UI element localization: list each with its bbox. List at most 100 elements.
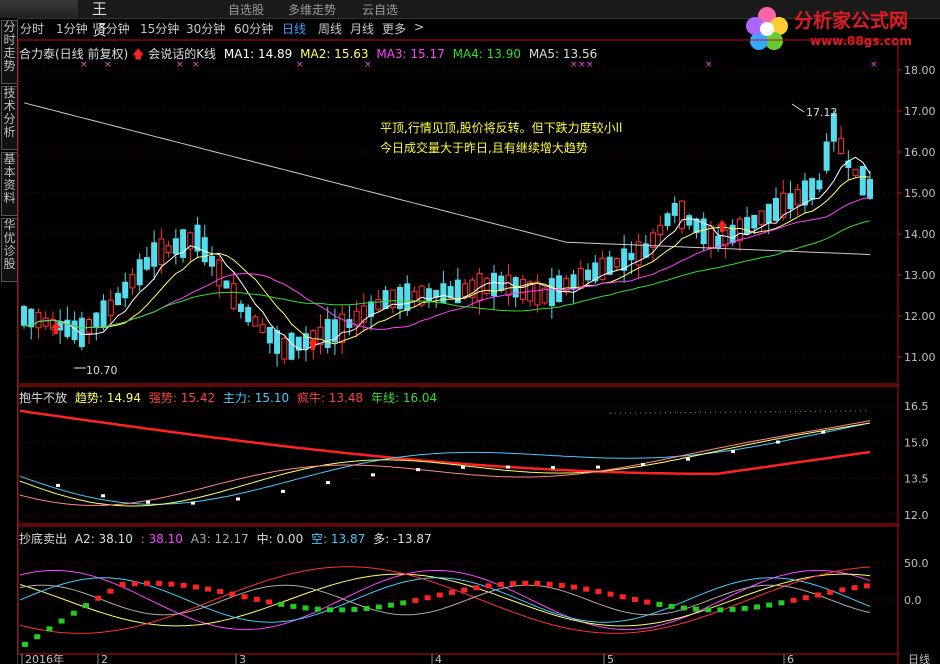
osc-block <box>400 600 407 606</box>
ma1-line <box>23 156 871 351</box>
price-axis-label: 13.00 <box>904 269 936 282</box>
candle-up <box>577 267 584 289</box>
kline-chart[interactable]: × × × × × × × × × × × 18.0017.0016.0015.0014.0013.… <box>0 0 940 664</box>
osc-block <box>583 586 590 592</box>
candle-up <box>165 245 172 253</box>
candle-up <box>483 277 490 295</box>
osc-block <box>95 595 102 601</box>
osc-block <box>778 600 785 606</box>
osc-block <box>34 634 41 640</box>
osc-block <box>863 583 870 589</box>
candle-down <box>136 259 143 286</box>
trend-marker <box>146 500 150 504</box>
osc-block <box>205 586 211 592</box>
candle-down <box>115 292 121 306</box>
signal-marker: × <box>570 60 578 70</box>
osc-block <box>302 605 309 611</box>
candle-down <box>859 165 866 196</box>
signal-marker: × <box>192 60 200 70</box>
candle-down <box>100 300 107 328</box>
candle-down <box>324 318 331 348</box>
candle-down <box>382 290 389 310</box>
osc-red <box>19 566 871 634</box>
candle-down <box>122 281 129 299</box>
candle-up <box>216 259 223 287</box>
candle-up <box>281 338 288 360</box>
osc-block <box>668 603 675 609</box>
osc-block <box>180 582 187 588</box>
ma2-line <box>23 175 871 345</box>
trend-marker <box>326 481 330 485</box>
osc-block <box>754 604 760 610</box>
date-label: 2 <box>101 653 108 664</box>
osc-block <box>131 581 138 587</box>
trend-marker <box>506 465 510 469</box>
signal-marker: × <box>578 60 586 70</box>
trend-marker <box>461 465 465 469</box>
osc-block <box>571 584 577 590</box>
candle-up <box>107 299 114 316</box>
candle-up <box>736 218 743 242</box>
osc-block <box>839 587 846 593</box>
osc-block <box>705 607 712 613</box>
price-axis-label: 14.00 <box>904 228 936 241</box>
candle-up <box>852 168 859 177</box>
candle-down <box>28 308 35 328</box>
candle-up <box>838 137 845 154</box>
osc-block <box>827 589 834 595</box>
panel2-axis-label: 12.0 <box>904 509 929 522</box>
signal-marker: × <box>870 60 878 70</box>
candle-down <box>172 238 179 255</box>
candle-down <box>751 214 758 229</box>
trend-marker <box>776 440 780 444</box>
date-axis-period: 日线 <box>908 652 930 664</box>
osc-block <box>229 591 236 597</box>
osc-block <box>680 605 687 611</box>
osc-block <box>192 584 199 590</box>
trend-marker <box>101 494 105 498</box>
candle-down <box>288 332 295 360</box>
panel2-axis-label: 16.5 <box>904 400 929 413</box>
osc-block <box>741 605 748 611</box>
osc-block <box>619 594 626 600</box>
osc-block <box>449 589 455 595</box>
osc-block <box>558 582 565 588</box>
trend-marker <box>371 473 375 477</box>
osc-block <box>241 594 248 600</box>
candle-down <box>787 193 794 210</box>
candle-down <box>397 286 403 309</box>
candle-up <box>534 281 541 306</box>
osc-block <box>314 606 321 612</box>
price-axis-label: 17.00 <box>904 105 936 118</box>
annotation-line-1: 平顶,行情见顶,股价将反转。但下跌力度较小ll <box>380 120 622 135</box>
candle-up <box>230 283 237 310</box>
osc-block <box>802 595 809 601</box>
trend-marker <box>596 465 600 469</box>
osc-block <box>327 607 333 613</box>
osc-block <box>168 581 175 587</box>
osc-block <box>497 582 504 588</box>
high-price-label: 17.12 <box>806 106 838 119</box>
osc-block <box>339 607 346 613</box>
date-label: 2016年 <box>25 652 64 664</box>
panel-border-2 <box>17 525 899 655</box>
signal-marker: × <box>176 60 184 70</box>
candle-down <box>237 303 244 312</box>
osc-block <box>253 596 260 602</box>
osc-block <box>790 597 797 603</box>
candle-down <box>867 178 873 199</box>
osc-block <box>546 581 553 587</box>
candle-up <box>657 224 664 236</box>
signal-marker: × <box>705 60 713 70</box>
osc-block <box>119 582 126 588</box>
osc-block <box>58 618 65 624</box>
candle-up <box>411 290 418 302</box>
candle-down <box>801 180 808 206</box>
osc-block <box>412 597 419 603</box>
signal-marker: × <box>364 60 372 70</box>
osc-block <box>815 592 821 598</box>
candle-down <box>570 274 577 290</box>
candle-up <box>375 299 382 310</box>
date-label: 5 <box>607 653 614 664</box>
candle-up <box>35 311 42 329</box>
